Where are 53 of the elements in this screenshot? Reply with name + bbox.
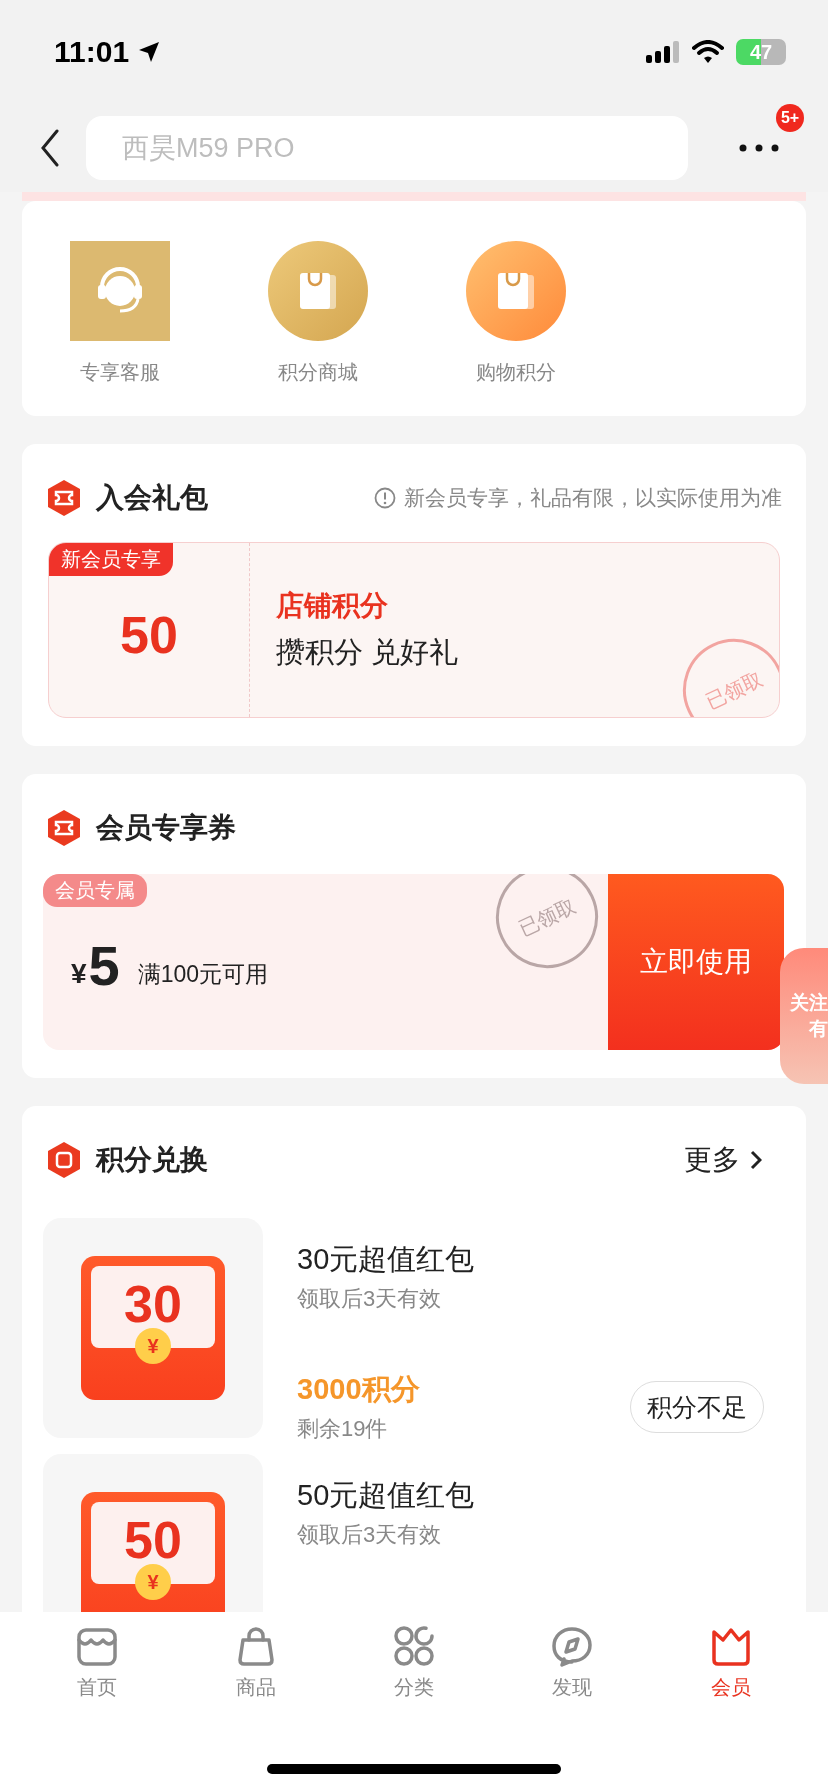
info-icon (374, 487, 396, 509)
nav-tab[interactable]: 发现 (512, 1624, 633, 1701)
more-icon[interactable] (739, 144, 779, 152)
widget-text: 有 (809, 1017, 828, 1041)
notification-badge: 5+ (776, 104, 804, 132)
search-field[interactable]: 西昊M59 PRO (86, 116, 688, 180)
use-now-button[interactable]: 立即使用 (608, 874, 784, 1050)
section-title: 会员专享券 (96, 811, 236, 845)
item-price: 3000积分 (297, 1372, 420, 1407)
status-time: 11:01 (54, 35, 130, 69)
bag-icon (46, 1141, 82, 1179)
gift-packet-tile[interactable]: 50 ¥ (43, 1454, 263, 1612)
section-title: 入会礼包 (96, 481, 208, 515)
nav-tab[interactable]: 商品 (195, 1624, 316, 1701)
gift-packet-tile[interactable]: 30 ¥ (43, 1218, 263, 1438)
compass-icon (550, 1624, 595, 1668)
wifi-icon (692, 40, 724, 64)
coin-icon: ¥ (135, 1564, 171, 1600)
points-amount: 50 (120, 605, 178, 665)
coupon-condition: 满100元可用 (137, 960, 269, 989)
nav-tab[interactable]: 首页 (37, 1624, 158, 1701)
item-name: 30元超值红包 (297, 1242, 476, 1277)
widget-text: 关注 (790, 991, 828, 1015)
chevron-icon (750, 1150, 762, 1170)
service-label: 积分商城 (278, 360, 358, 385)
coupon-amount: 5 (88, 938, 120, 994)
section-title: 积分兑换 (96, 1143, 208, 1177)
coin-icon: ¥ (135, 1328, 171, 1364)
item-name: 50元超值红包 (297, 1478, 476, 1513)
item-validity: 领取后3天有效 (297, 1285, 443, 1313)
insufficient-points-button[interactable]: 积分不足 (630, 1381, 764, 1433)
signal-icon (646, 41, 680, 63)
battery-indicator: 47 (736, 39, 786, 65)
follow-widget[interactable]: 关注 有 (780, 948, 828, 1084)
new-member-tag: 新会员专享 (49, 543, 173, 576)
item-validity: 领取后3天有效 (297, 1521, 443, 1549)
service-label: 专享客服 (80, 360, 160, 385)
item-stock: 剩余19件 (297, 1415, 389, 1443)
more-link[interactable]: 更多 (684, 1141, 782, 1179)
notice-text: 新会员专享，礼品有限，以实际使用为准 (404, 485, 782, 511)
member-tag: 会员专属 (43, 874, 147, 907)
ticket-icon (46, 479, 82, 517)
ticket-icon (46, 809, 82, 847)
service-label: 购物积分 (476, 360, 556, 385)
nav-tab[interactable]: 会员 (670, 1624, 791, 1701)
location-arrow-icon (137, 40, 162, 64)
gift-name: 店铺积分 (276, 589, 389, 623)
category-icon (391, 1624, 436, 1668)
headset-icon[interactable] (70, 241, 170, 341)
currency-symbol: ¥ (71, 958, 87, 990)
nav-tab[interactable]: 分类 (353, 1624, 474, 1701)
back-icon[interactable] (40, 129, 60, 167)
gift-slogan: 攒积分 兑好礼 (276, 635, 459, 670)
